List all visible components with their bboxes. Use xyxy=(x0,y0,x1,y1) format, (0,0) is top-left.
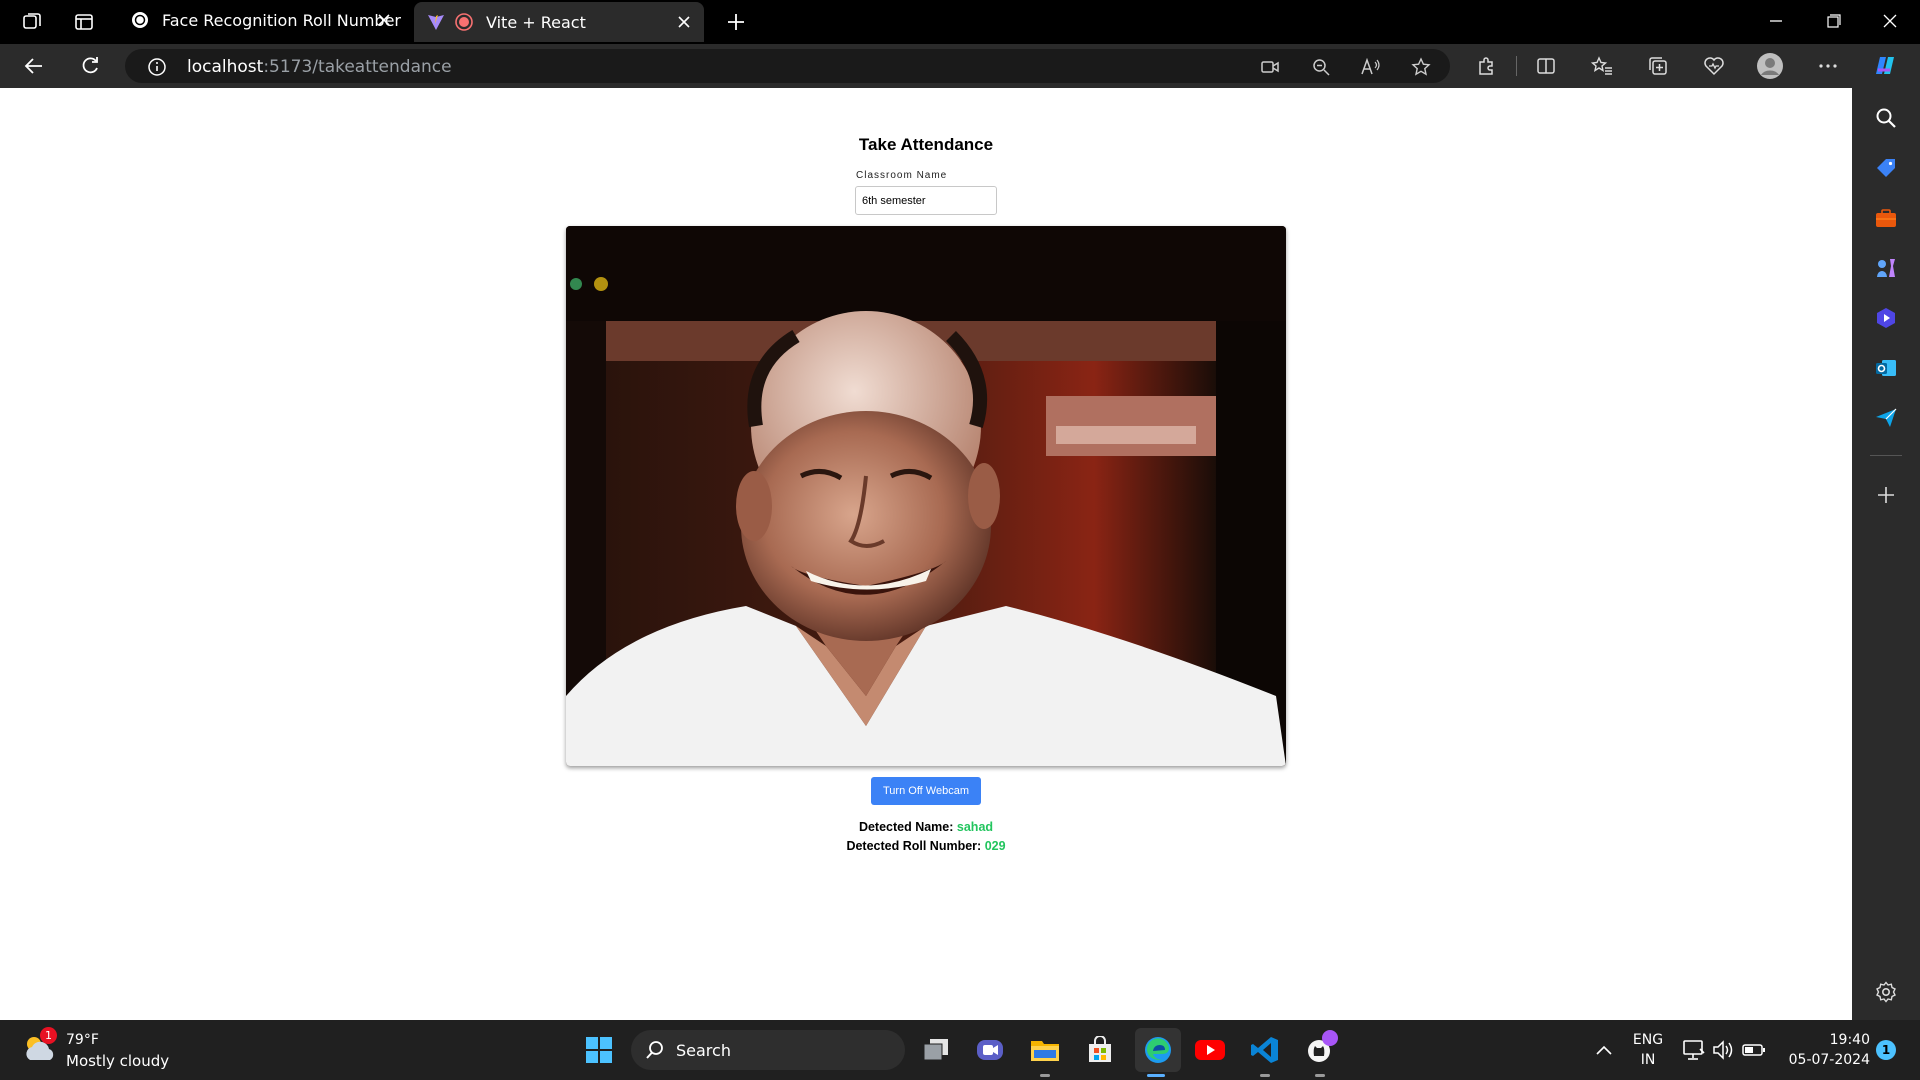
running-indicator xyxy=(1315,1074,1325,1077)
close-tab-icon[interactable] xyxy=(374,10,394,30)
weather-badge: 1 xyxy=(40,1027,57,1044)
show-hidden-icons-chevron-icon[interactable] xyxy=(1586,1032,1622,1068)
shopping-tag-icon[interactable] xyxy=(1872,154,1900,182)
edge-sidebar xyxy=(1852,88,1920,1020)
add-app-icon[interactable] xyxy=(1872,481,1900,509)
url-host: localhost xyxy=(187,57,264,77)
webcam-video-frame xyxy=(566,226,1286,766)
turn-off-webcam-button[interactable]: Turn Off Webcam xyxy=(871,777,981,805)
more-options-icon[interactable] xyxy=(1814,52,1842,80)
youtube-icon[interactable] xyxy=(1192,1032,1228,1068)
favorite-star-icon[interactable] xyxy=(1409,55,1433,79)
classroom-name-input[interactable] xyxy=(855,186,997,215)
detected-name-value: sahad xyxy=(956,820,994,834)
tab-actions-icon[interactable] xyxy=(70,8,98,36)
tab-vite-react[interactable]: Vite + React xyxy=(414,2,704,42)
classroom-name-label: Classroom Name xyxy=(856,170,948,181)
browser-tab-bar: Face Recognition Roll Number Vite + Reac… xyxy=(0,0,1920,44)
language-indicator-bottom[interactable]: IN xyxy=(1630,1052,1666,1068)
clock-date[interactable]: 05-07-2024 xyxy=(1770,1052,1870,1068)
camera-in-use-icon[interactable] xyxy=(1258,55,1282,79)
page-title: Take Attendance xyxy=(858,135,994,154)
browser-essentials-icon[interactable] xyxy=(1700,52,1728,80)
sidebar-settings-icon[interactable] xyxy=(1872,978,1900,1006)
copilot-icon[interactable] xyxy=(1870,52,1898,80)
taskbar-search-box[interactable]: Search xyxy=(631,1030,905,1070)
close-window-icon[interactable] xyxy=(1870,6,1910,36)
browser-address-bar: localhost:5173/takeattendance xyxy=(0,44,1920,88)
task-view-icon[interactable] xyxy=(918,1032,954,1068)
url-path: :5173/takeattendance xyxy=(263,57,452,77)
detected-roll-line: Detected Roll Number: 029 xyxy=(0,839,1852,853)
tab-title: Vite + React xyxy=(486,12,586,32)
minimize-icon[interactable] xyxy=(1756,6,1796,36)
notification-badge[interactable]: 1 xyxy=(1876,1040,1896,1060)
detected-roll-value: 029 xyxy=(984,839,1006,853)
teams-meet-icon[interactable] xyxy=(972,1032,1008,1068)
outlook-icon[interactable] xyxy=(1872,354,1900,382)
url-text[interactable]: localhost:5173/takeattendance xyxy=(187,57,452,77)
url-bar[interactable]: localhost:5173/takeattendance xyxy=(125,49,1450,83)
profile-avatar-icon[interactable] xyxy=(1756,52,1784,80)
tools-briefcase-icon[interactable] xyxy=(1872,204,1900,232)
openai-favicon-icon xyxy=(130,10,150,30)
tab-face-recognition[interactable]: Face Recognition Roll Number xyxy=(118,0,408,40)
zoom-out-icon[interactable] xyxy=(1309,55,1333,79)
webcam-feed xyxy=(566,226,1286,766)
search-label: Search xyxy=(676,1041,731,1060)
workspaces-icon[interactable] xyxy=(18,8,46,36)
toolbar-divider xyxy=(1516,56,1517,76)
search-icon[interactable] xyxy=(1872,104,1900,132)
windows-taskbar: 1 79°F Mostly cloudy Search ENG IN 19:40… xyxy=(0,1020,1920,1080)
language-indicator-top[interactable]: ENG xyxy=(1630,1032,1666,1048)
file-explorer-icon[interactable] xyxy=(1027,1032,1063,1068)
sidebar-divider xyxy=(1870,455,1902,456)
running-indicator xyxy=(1040,1074,1050,1077)
restore-icon[interactable] xyxy=(1814,6,1854,36)
read-aloud-icon[interactable] xyxy=(1359,55,1383,79)
running-indicator-active xyxy=(1147,1074,1165,1077)
clock-time[interactable]: 19:40 xyxy=(1780,1032,1870,1048)
running-indicator xyxy=(1260,1074,1270,1077)
github-notification-dot xyxy=(1322,1030,1338,1046)
new-tab-icon[interactable] xyxy=(722,8,750,36)
games-icon[interactable] xyxy=(1872,254,1900,282)
site-info-icon[interactable] xyxy=(145,55,169,79)
favorites-icon[interactable] xyxy=(1588,52,1616,80)
collections-icon[interactable] xyxy=(1644,52,1672,80)
copilot-app-icon[interactable] xyxy=(1872,304,1900,332)
weather-temperature[interactable]: 79°F xyxy=(66,1032,99,1048)
battery-icon[interactable] xyxy=(1736,1032,1772,1068)
close-tab-icon[interactable] xyxy=(674,12,694,32)
detected-name-line: Detected Name: sahad xyxy=(0,820,1852,834)
detected-name-label: Detected Name: xyxy=(858,820,954,834)
edge-browser-icon[interactable] xyxy=(1135,1028,1181,1072)
page-content: Take Attendance Classroom Name 6th semes… xyxy=(0,88,1852,1020)
detected-roll-label: Detected Roll Number: xyxy=(846,839,982,853)
send-icon[interactable] xyxy=(1872,404,1900,432)
search-icon xyxy=(645,1040,665,1065)
extensions-icon[interactable] xyxy=(1472,52,1500,80)
refresh-icon[interactable] xyxy=(76,52,104,80)
back-arrow-icon[interactable] xyxy=(20,52,48,80)
split-screen-icon[interactable] xyxy=(1532,52,1560,80)
tab-title: Face Recognition Roll Number xyxy=(162,10,402,30)
windows-start-icon[interactable] xyxy=(581,1032,617,1068)
recording-icon xyxy=(454,12,474,32)
vite-favicon-icon xyxy=(426,12,446,32)
microsoft-store-icon[interactable] xyxy=(1082,1032,1118,1068)
vscode-icon[interactable] xyxy=(1247,1032,1283,1068)
weather-description[interactable]: Mostly cloudy xyxy=(66,1052,169,1070)
